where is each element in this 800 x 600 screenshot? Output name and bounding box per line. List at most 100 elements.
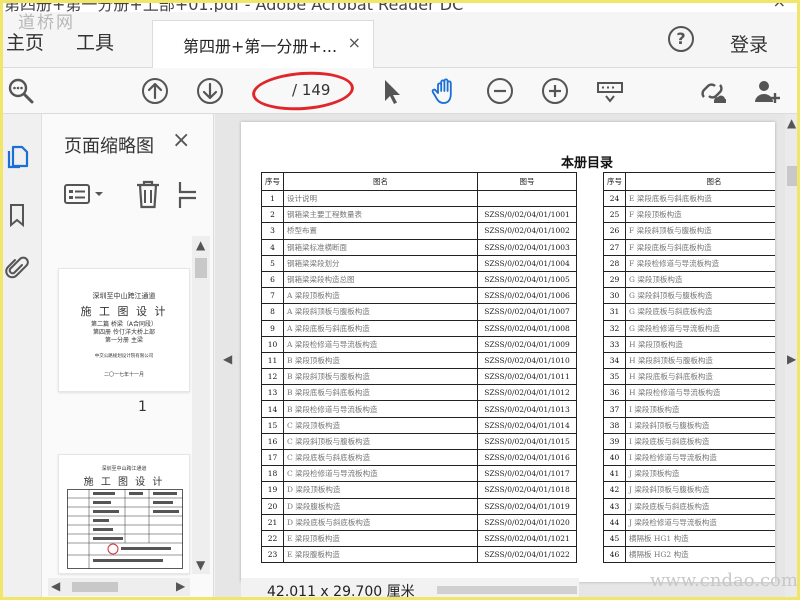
drawing-name: F 梁段底板与斜底板构造 [625,238,775,256]
page-display-icon[interactable] [595,76,625,106]
toc-row: 4 钢箱梁标准横断面 SZSS/0/02/04/01/1003 [261,238,577,256]
zoom-out-icon[interactable] [485,76,515,106]
row-number: 31 [603,303,626,321]
row-number: 23 [261,546,284,564]
tab-tools[interactable]: 工具 [76,28,114,55]
share-link-icon[interactable] [697,76,727,106]
drawing-name: I 梁段斜顶板与腹板构造 [625,416,775,434]
tab-document-label: 第四册+第一分册+... [183,37,338,56]
pdf-page: 本册目录 序号 图名 图号 1 设计说明 2 钢箱梁主要工程数量表 SZSS/0/02/… [241,122,775,582]
thumbnail-scroll-thumb[interactable] [195,258,207,278]
row-number: 43 [603,497,626,515]
scroll-up-icon[interactable]: ▲ [196,238,205,252]
drawing-code [477,189,577,208]
row-number: 5 [261,254,284,272]
tab-document[interactable]: 第四册+第一分册+... × [152,20,374,69]
thumbnail-vertical-scrollbar[interactable]: ▲ ▼ [192,236,210,574]
toc-row: 38 I 梁段斜顶板与腹板构造 [603,416,775,434]
toc-row: 13 B 梁段底板与斜底板构造 SZSS/0/02/04/01/1012 [261,384,577,402]
drawing-code: SZSS/0/02/04/01/1011 [477,368,577,386]
collapse-right-panel-icon[interactable]: ▶ [787,352,796,366]
document-title: 本册目录 [561,156,614,171]
thumb1-line2: 施 工 图 设 计 [80,305,168,318]
toc-row: 29 G 梁段顶板构造 [603,270,775,289]
drawing-code: SZSS/0/02/04/01/1004 [477,254,577,272]
login-button[interactable]: 登录 [730,30,768,57]
thumbnail-page-number: 1 [138,399,147,415]
add-user-icon[interactable] [752,76,782,106]
drawing-code: SZSS/0/02/04/01/1005 [477,270,577,289]
row-number: 34 [603,351,626,370]
toc-row: 11 B 梁段顶板构造 SZSS/0/02/04/01/1010 [261,351,577,370]
previous-page-icon[interactable] [140,76,170,106]
document-scroll-thumb[interactable] [787,166,798,186]
row-number: 27 [603,238,626,256]
row-number: 44 [603,513,626,531]
toc-row: 39 I 梁段底板与斜底板构造 [603,432,775,451]
toc-row: 9A 梁段底板与斜底板构造 SZSS/0/02/04/01/1008 [261,319,577,337]
thumbnail-horizontal-scrollbar[interactable]: ◀ ▶ [48,578,190,596]
thumb1-line6: 中交公路规划设计院有限公司 [94,354,154,359]
scroll-right-icon[interactable]: ▶ [176,579,185,593]
drawing-name: J 梁段底板与斜底板构造 [625,497,775,515]
toc-row: 3 桥型布置 SZSS/0/02/04/01/1002 [261,222,577,240]
thumbnail-panel-close-button[interactable]: × [172,128,190,153]
rotate-page-icon[interactable] [176,180,200,210]
tab-close-button[interactable]: × [348,33,361,52]
toc-row: 34 H 梁段斜顶板与腹板构造 [603,351,775,370]
toc-row: 6 钢箱梁梁段构造总图 SZSS/0/02/04/01/1005 [261,270,577,289]
row-number: 25 [603,206,626,224]
toc-row: 40 I 梁段检修道与导流板构造 [603,448,775,467]
help-icon[interactable]: ? [668,26,694,52]
row-number: 22 [261,529,284,548]
thumbnail-hscroll-thumb[interactable] [72,582,118,592]
scroll-down-icon[interactable]: ▼ [196,558,205,572]
row-number: 32 [603,319,626,337]
document-horizontal-scrollbar[interactable] [437,586,577,594]
delete-page-icon[interactable] [134,178,162,210]
toc-row: 31 G 梁段底板与斜底板构造 [603,303,775,321]
drawing-code: SZSS/0/02/04/01/1014 [477,416,577,434]
thumb1-line5: 第一分册 主梁 [105,337,143,344]
select-cursor-icon[interactable] [376,76,406,106]
thumbnail-options-icon[interactable] [64,182,110,208]
drawing-name: 钢箱梁梁段构造总图 [283,270,478,289]
thumbnail-panel: 页面缩略图 × 深圳至中山跨江通道 施 工 图 设 计 第二篇 桥梁（A合同段）… [42,114,214,600]
toc-row: 46 横隔板 HG2 构造 [603,546,775,564]
row-number: 8 [261,303,284,321]
drawing-name: 横隔板 HG1 构造 [625,529,775,548]
drawing-name: G 梁段检修道与导流板构造 [625,319,775,337]
drawing-code: SZSS/0/02/04/01/1008 [477,319,577,337]
drawing-name: J 梁段检修道与导流板构造 [625,513,775,531]
zoom-in-icon[interactable] [540,76,570,106]
hand-tool-icon[interactable] [430,76,460,106]
drawing-name: C 梁段底板与斜底板构造 [283,448,478,467]
toc-row: 19 D 梁段顶板构造 SZSS/0/02/04/01/1018 [261,481,577,499]
page-thumbnail-1[interactable]: 深圳至中山跨江通道 施 工 图 设 计 第二篇 桥梁（A合同段） 第四册 伶仃洋… [58,268,190,392]
search-icon[interactable] [6,76,36,106]
toc-row: 18 C 梁段检修道与导流板构造 SZSS/0/02/04/01/1017 [261,465,577,483]
next-page-icon[interactable] [195,76,225,106]
row-number: 19 [261,481,284,499]
toc-row: 20 D 梁段腹板构造 SZSS/0/02/04/01/1019 [261,497,577,515]
scroll-left-icon[interactable]: ◀ [51,579,60,593]
row-number: 39 [603,432,626,451]
attachment-icon[interactable] [4,256,30,282]
doc-scroll-up-icon[interactable]: ▲ [787,116,796,130]
bookmark-icon[interactable] [4,202,30,228]
toolbar: / 149 [0,68,800,114]
row-number: 37 [603,400,626,418]
page-thumbnails-icon[interactable] [4,144,30,170]
toc-row: 12 B 梁段斜顶板与腹板构造 SZSS/0/02/04/01/1011 [261,368,577,386]
drawing-name: E 梁段顶板构造 [283,529,478,548]
drawing-name: 横隔板 HG2 构造 [625,546,775,564]
drawing-name: H 梁段顶板构造 [625,335,775,353]
document-view[interactable]: ◀ 本册目录 序号 图名 图号 1 设计说明 2 钢箱梁主要工程数量表 SZSS/0/0… [215,114,800,600]
row-number: 11 [261,351,284,370]
window-close-button[interactable]: × [773,0,786,11]
collapse-left-panel-icon[interactable]: ◀ [223,352,232,366]
row-number: 45 [603,529,626,548]
page-thumbnail-2[interactable]: 深圳至中山跨江通道 施 工 图 设 计 [58,454,190,574]
toc-row: 24 E 梁段底板与斜底板构造 [603,189,775,208]
drawing-code: SZSS/0/02/04/01/1013 [477,400,577,418]
